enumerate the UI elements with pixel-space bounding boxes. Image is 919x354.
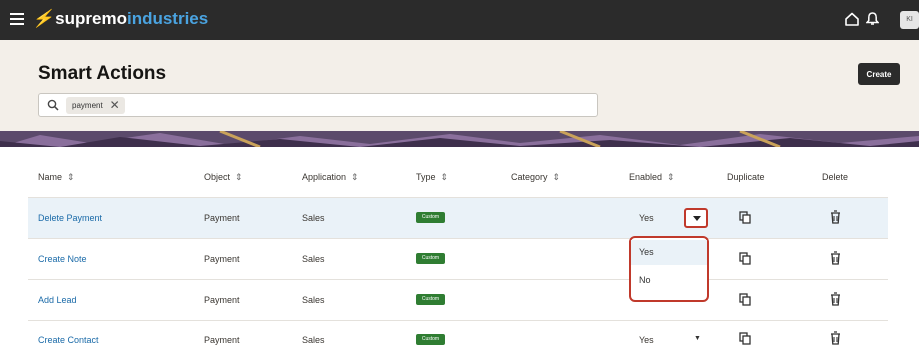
type-badge: Custom — [416, 253, 445, 264]
table-row[interactable]: Add Lead Payment Sales Custom — [28, 280, 888, 321]
sort-icon: ⇕ — [235, 172, 243, 182]
column-header-name[interactable]: Name ⇕ — [38, 172, 75, 183]
column-header-type[interactable]: Type ⇕ — [416, 172, 448, 183]
type-badge: Custom — [416, 294, 445, 305]
sort-icon: ⇕ — [552, 172, 561, 182]
trash-icon[interactable] — [830, 331, 841, 345]
home-icon[interactable] — [845, 12, 859, 26]
duplicate-icon[interactable] — [739, 293, 751, 306]
column-header-application[interactable]: Application ⇕ — [302, 172, 359, 183]
action-name-link[interactable]: Create Note — [38, 254, 87, 264]
header-label: Category — [511, 172, 548, 182]
dropdown-option-yes[interactable]: Yes — [631, 240, 707, 265]
action-name-link[interactable]: Add Lead — [38, 295, 77, 305]
duplicate-icon[interactable] — [739, 211, 751, 224]
sort-icon: ⇕ — [440, 172, 449, 182]
trash-icon[interactable] — [830, 292, 841, 306]
application-cell: Sales — [302, 295, 325, 305]
application-cell: Sales — [302, 254, 325, 264]
brand-name-part2: industries — [126, 9, 209, 28]
column-header-enabled[interactable]: Enabled ⇕ — [629, 172, 675, 183]
brand-name-part1: supremo — [55, 9, 127, 28]
bolt-icon: ⚡ — [32, 9, 54, 28]
table-header-row: Name ⇕ Object ⇕ Application ⇕ Type ⇕ Categor… — [28, 154, 888, 198]
enabled-value[interactable]: Yes — [639, 335, 654, 345]
page-header: Smart Actions Create payment ✕ — [0, 40, 919, 140]
object-cell: Payment — [204, 254, 240, 264]
object-cell: Payment — [204, 335, 240, 345]
header-label: Object — [204, 172, 231, 182]
search-filter-chip: payment ✕ — [66, 97, 125, 114]
search-input[interactable]: payment ✕ — [38, 93, 598, 117]
bell-icon[interactable] — [866, 12, 879, 26]
sort-icon: ⇕ — [67, 172, 75, 182]
table-row[interactable]: Delete Payment Payment Sales Custom Yes — [28, 198, 888, 239]
create-button[interactable]: Create — [858, 63, 900, 85]
header-label: Name — [38, 172, 63, 182]
header-label: Enabled — [629, 172, 663, 182]
type-badge: Custom — [416, 212, 445, 223]
header-label: Type — [416, 172, 436, 182]
top-navigation-bar: ⚡ supremoindustries KI — [0, 0, 919, 40]
header-label: Application — [302, 172, 347, 182]
chip-label: payment — [72, 101, 103, 110]
brand-logo[interactable]: ⚡ supremoindustries — [32, 9, 208, 29]
search-icon — [47, 99, 59, 111]
sort-icon: ⇕ — [351, 172, 359, 182]
type-badge: Custom — [416, 334, 445, 345]
object-cell: Payment — [204, 213, 240, 223]
decorative-banner — [0, 131, 919, 147]
duplicate-icon[interactable] — [739, 252, 751, 265]
action-name-link[interactable]: Delete Payment — [38, 213, 102, 223]
enabled-value[interactable]: Yes — [639, 213, 654, 223]
table-row[interactable]: Create Contact Payment Sales Custom Yes … — [28, 321, 888, 354]
user-avatar[interactable]: KI — [900, 11, 919, 29]
trash-icon[interactable] — [830, 210, 841, 224]
dropdown-option-no[interactable]: No — [631, 268, 707, 293]
hamburger-menu-icon[interactable] — [10, 13, 24, 25]
duplicate-icon[interactable] — [739, 332, 751, 345]
action-name-link[interactable]: Create Contact — [38, 335, 99, 345]
sort-icon: ⇕ — [667, 172, 675, 182]
application-cell: Sales — [302, 335, 325, 345]
column-header-delete: Delete — [822, 172, 849, 182]
chevron-down-icon[interactable]: ▼ — [694, 335, 701, 342]
chevron-down-icon — [693, 216, 701, 221]
column-header-object[interactable]: Object ⇕ — [204, 172, 243, 183]
application-cell: Sales — [302, 213, 325, 223]
page-title: Smart Actions — [38, 63, 167, 84]
close-icon[interactable]: ✕ — [110, 97, 120, 114]
trash-icon[interactable] — [830, 251, 841, 265]
object-cell: Payment — [204, 295, 240, 305]
table-row[interactable]: Create Note Payment Sales Custom — [28, 239, 888, 280]
column-header-category[interactable]: Category ⇕ — [511, 172, 560, 183]
enabled-dropdown-button[interactable] — [684, 208, 708, 228]
column-header-duplicate: Duplicate — [727, 172, 765, 182]
enabled-dropdown-list: Yes No — [629, 236, 709, 302]
